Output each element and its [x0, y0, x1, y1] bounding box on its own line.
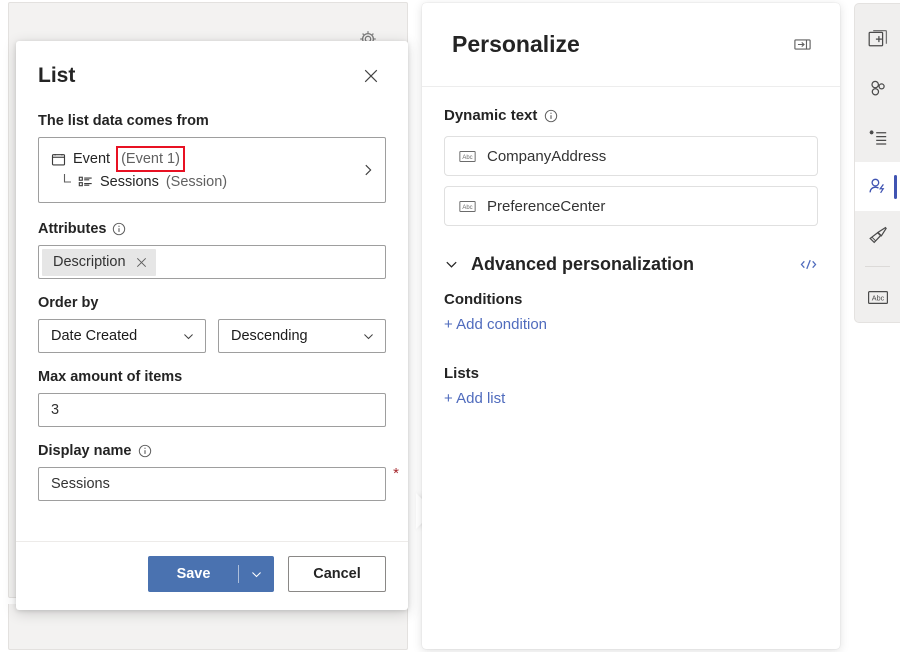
attributes-input[interactable]: Description — [38, 245, 386, 279]
rail-item-text[interactable]: Abc — [855, 273, 900, 322]
dynamic-text-label-text: Dynamic text — [444, 107, 537, 124]
personalize-header: Personalize — [422, 3, 840, 87]
editor-canvas-footer-strip — [8, 604, 408, 650]
data-source-parent-name: Event — [73, 149, 110, 169]
cancel-button[interactable]: Cancel — [288, 556, 386, 592]
code-editor-icon[interactable] — [799, 255, 818, 274]
info-icon[interactable] — [544, 109, 558, 123]
svg-text:Abc: Abc — [871, 293, 884, 302]
dynamic-text-label: Dynamic text — [444, 107, 818, 124]
svg-text:Abc: Abc — [462, 155, 472, 161]
max-items-input[interactable]: 3 — [38, 393, 386, 427]
lists-label: Lists — [444, 365, 818, 382]
order-by-field-value: Date Created — [51, 328, 137, 344]
personalize-title: Personalize — [452, 31, 580, 58]
list-icon — [78, 175, 93, 190]
conditions-label: Conditions — [444, 291, 818, 308]
calendar-icon — [51, 152, 66, 167]
chevron-down-icon[interactable] — [444, 257, 459, 272]
rail-item-personalization[interactable] — [855, 162, 900, 211]
required-marker: * — [393, 466, 399, 481]
add-list-link[interactable]: + Add list — [444, 390, 505, 407]
chevron-down-icon — [182, 330, 195, 343]
advanced-personalization-title: Advanced personalization — [471, 254, 694, 275]
max-items-label: Max amount of items — [38, 367, 386, 387]
list-dialog-body: The list data comes from Event (Eve — [16, 97, 408, 541]
app-root: List The list data comes from — [0, 0, 900, 652]
order-by-field-select[interactable]: Date Created — [38, 319, 206, 353]
chevron-right-icon[interactable] — [355, 163, 375, 177]
personalize-body: Dynamic text Abc CompanyAddress — [422, 87, 840, 413]
add-element-icon — [867, 28, 889, 50]
dynamic-text-item-label: PreferenceCenter — [487, 198, 605, 215]
display-name-field-wrap: Sessions * — [38, 467, 386, 501]
abc-text-icon: Abc — [867, 289, 889, 306]
dynamic-text-item-label: CompanyAddress — [487, 148, 606, 165]
data-source-child-entity: (Session) — [166, 172, 227, 192]
list-dialog-header: List — [16, 41, 408, 97]
abc-text-icon: Abc — [459, 200, 476, 213]
save-button-label: Save — [149, 557, 238, 591]
list-dialog-footer: Save Cancel — [16, 541, 408, 610]
rail-item-add-element[interactable] — [855, 14, 900, 63]
page-title: List — [38, 63, 75, 89]
cancel-button-label: Cancel — [313, 566, 361, 582]
display-name-label: Display name — [38, 441, 386, 461]
max-items-label-text: Max amount of items — [38, 367, 182, 387]
data-source-parent-entity-highlight: (Event 1) — [118, 148, 183, 170]
brush-styles-icon — [867, 224, 889, 246]
display-name-value: Sessions — [51, 476, 110, 492]
right-toolbar-rail: Abc — [854, 3, 900, 323]
order-by-direction-select[interactable]: Descending — [218, 319, 386, 353]
order-by-label: Order by — [38, 293, 386, 313]
advanced-personalization-header[interactable]: Advanced personalization — [444, 254, 818, 275]
data-source-label-text: The list data comes from — [38, 111, 209, 131]
order-by-label-text: Order by — [38, 293, 98, 313]
data-source-child-name: Sessions — [100, 172, 159, 192]
info-icon[interactable] — [138, 444, 152, 458]
attributes-label-text: Attributes — [38, 219, 106, 239]
attribute-chip-label: Description — [53, 254, 126, 270]
max-items-value: 3 — [51, 402, 59, 418]
data-source-child-row: Sessions (Session) — [51, 172, 355, 192]
display-name-label-text: Display name — [38, 441, 132, 461]
save-button[interactable]: Save — [148, 556, 274, 592]
personalize-panel: Personalize Dynamic text — [422, 3, 840, 649]
close-icon[interactable] — [356, 61, 386, 91]
brand-shapes-icon — [867, 77, 889, 99]
close-icon[interactable] — [136, 257, 147, 268]
rail-item-brand-shapes[interactable] — [855, 63, 900, 112]
svg-text:Abc: Abc — [462, 205, 472, 211]
rail-item-content-blocks[interactable] — [855, 112, 900, 161]
dynamic-text-item-preferencecenter[interactable]: Abc PreferenceCenter — [444, 186, 818, 226]
attributes-label: Attributes — [38, 219, 386, 239]
info-icon[interactable] — [112, 222, 126, 236]
display-name-input[interactable]: Sessions — [38, 467, 386, 501]
data-source-label: The list data comes from — [38, 111, 386, 131]
order-by-direction-value: Descending — [231, 328, 308, 344]
personalization-icon — [867, 175, 889, 197]
rail-item-brush-styles[interactable] — [855, 211, 900, 260]
advanced-personalization-left: Advanced personalization — [444, 254, 694, 275]
attribute-chip[interactable]: Description — [42, 249, 156, 276]
expand-panel-icon[interactable] — [787, 29, 818, 60]
content-blocks-icon — [867, 126, 889, 148]
chevron-down-icon[interactable] — [239, 557, 273, 591]
data-source-parent-row: Event (Event 1) — [51, 148, 355, 170]
data-source-lines: Event (Event 1) — [51, 148, 355, 192]
rail-divider — [865, 266, 890, 267]
add-condition-link[interactable]: + Add condition — [444, 316, 547, 333]
data-source-picker[interactable]: Event (Event 1) — [38, 137, 386, 203]
order-by-row: Date Created Descending — [38, 319, 386, 353]
dynamic-text-item-companyaddress[interactable]: Abc CompanyAddress — [444, 136, 818, 176]
abc-text-icon: Abc — [459, 150, 476, 163]
chevron-down-icon — [362, 330, 375, 343]
tree-elbow-icon — [63, 173, 73, 186]
list-dialog: List The list data comes from — [16, 41, 408, 610]
